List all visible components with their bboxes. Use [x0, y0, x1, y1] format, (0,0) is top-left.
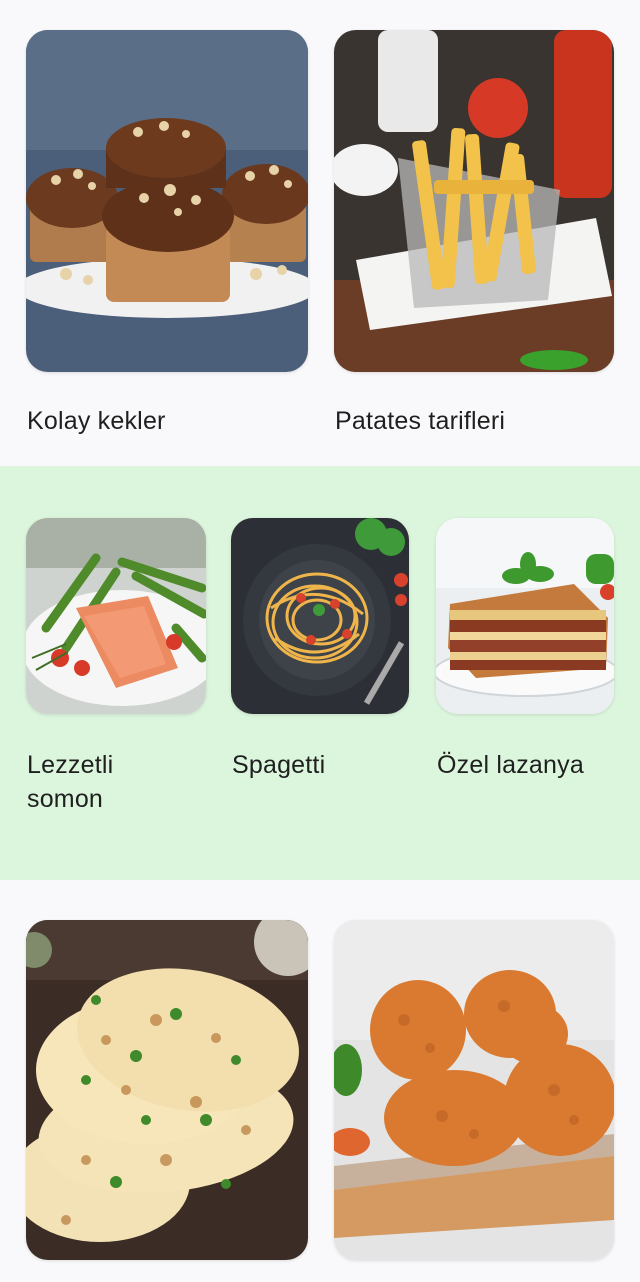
recipe-section-3 — [0, 880, 640, 1282]
spaghetti-image — [231, 518, 409, 714]
recipe-section-1: Kolay kekler Patates tarifleri — [0, 0, 640, 466]
recipe-card-label: Lezzetli somon — [27, 751, 114, 813]
recipe-card-muffins[interactable]: Kolay kekler — [26, 30, 308, 440]
fried-chicken-image — [334, 920, 614, 1260]
recipe-card-lasagna[interactable]: Özel lazanya — [436, 518, 614, 818]
recipe-section-2-featured: Lezzetli somon Spagetti Özel lazanya — [0, 466, 640, 880]
recipe-card-fries[interactable]: Patates tarifleri — [334, 30, 614, 440]
lasagna-image — [436, 518, 614, 714]
naan-bread-image — [26, 920, 308, 1260]
salmon-image — [26, 518, 206, 714]
recipe-card-naan[interactable] — [26, 920, 308, 1260]
recipe-card-label: Özel lazanya — [437, 751, 584, 779]
recipe-card-label: Spagetti — [232, 751, 326, 779]
french-fries-image — [334, 30, 614, 372]
recipe-card-fried-chicken[interactable] — [334, 920, 614, 1260]
recipe-card-salmon[interactable]: Lezzetli somon — [26, 518, 206, 818]
recipe-card-spaghetti[interactable]: Spagetti — [231, 518, 409, 818]
recipe-card-label: Kolay kekler — [27, 407, 166, 435]
recipe-card-label: Patates tarifleri — [335, 407, 506, 435]
muffins-image — [26, 30, 308, 372]
